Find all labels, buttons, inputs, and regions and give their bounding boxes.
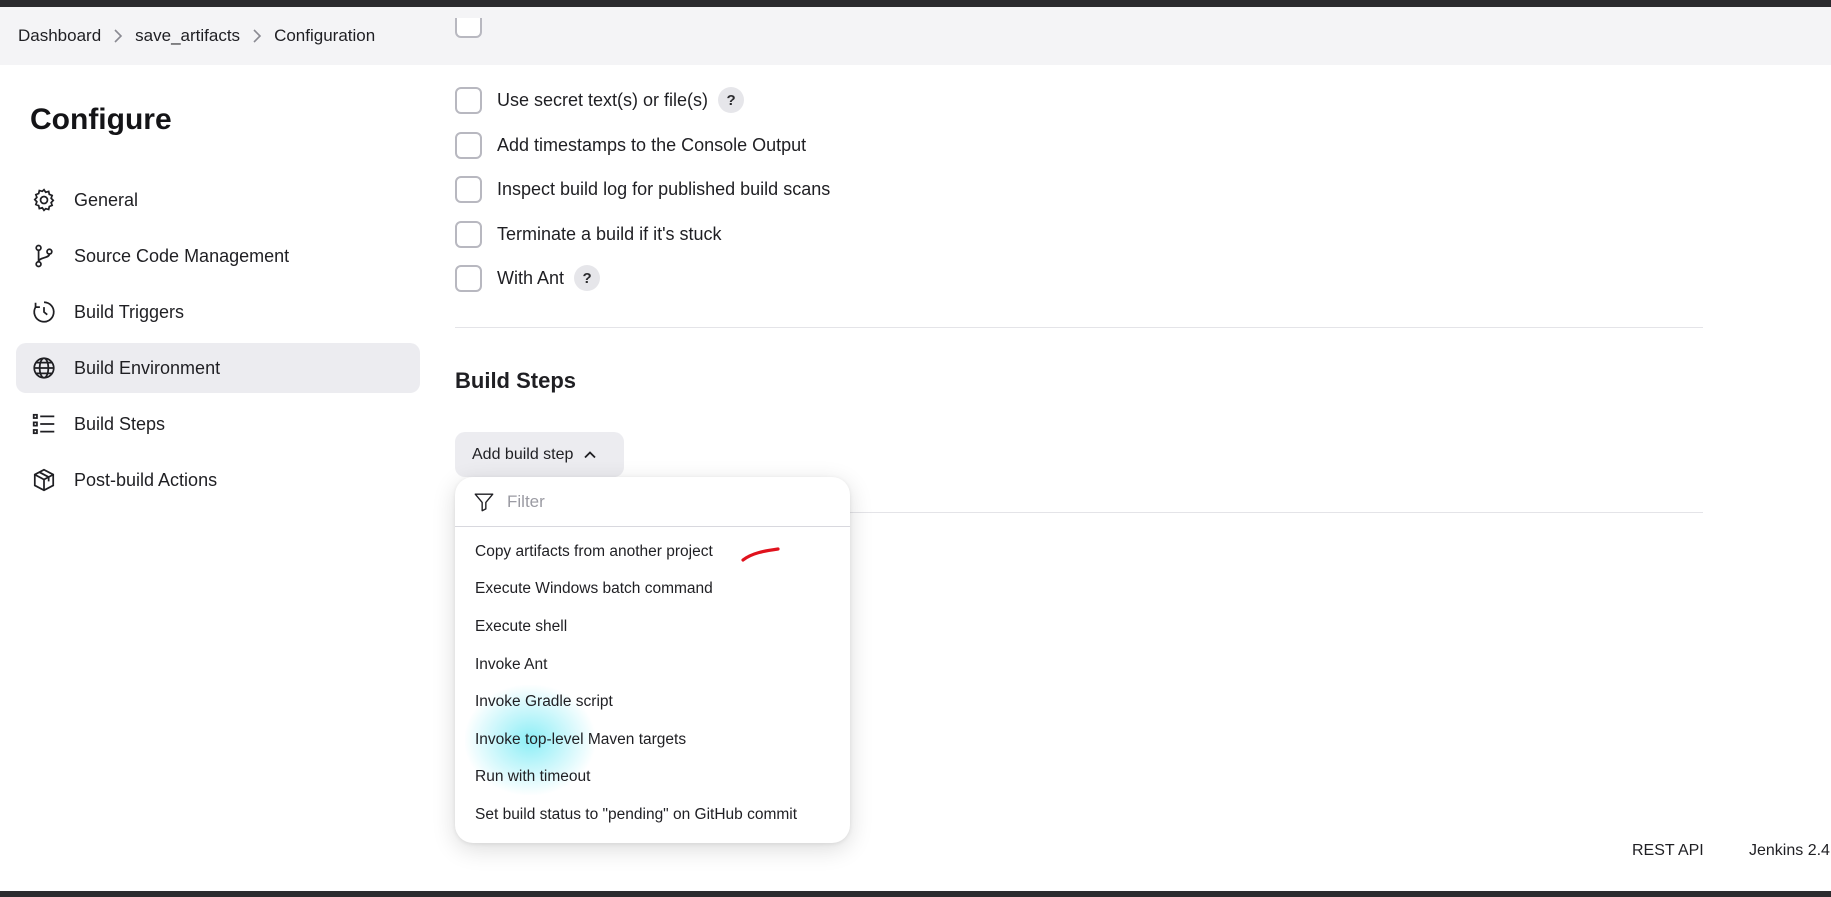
window-bottom-edge [0, 891, 1831, 897]
section-divider [455, 327, 1703, 328]
filter-input[interactable] [507, 491, 807, 512]
menu-item-copy-artifacts[interactable]: Copy artifacts from another project [455, 533, 850, 571]
add-build-step-button[interactable]: Add build step [455, 432, 624, 477]
list-icon [30, 410, 58, 438]
checkbox-label: Inspect build log for published build sc… [497, 178, 831, 199]
menu-item-run-with-timeout[interactable]: Run with timeout [455, 759, 850, 797]
checkbox[interactable] [455, 175, 482, 203]
checkbox-label: Use secret text(s) or file(s) [497, 89, 709, 110]
help-icon[interactable]: ? [574, 265, 601, 291]
checkbox[interactable] [455, 264, 482, 292]
checkbox-label: With Ant [497, 267, 565, 288]
breadcrumb-dashboard[interactable]: Dashboard [18, 26, 101, 46]
window-top-edge [0, 0, 1831, 7]
checkbox[interactable] [455, 18, 482, 38]
add-build-step-label: Add build step [472, 445, 574, 463]
rest-api-link[interactable]: REST API [1632, 842, 1704, 860]
chevron-right-icon [240, 29, 274, 43]
filter-icon [474, 493, 494, 511]
checkbox[interactable] [455, 220, 482, 248]
breadcrumb: Dashboard save_artifacts Configuration [0, 7, 1831, 65]
checkbox-row-terminate-stuck[interactable]: Terminate a build if it's stuck [455, 219, 722, 249]
checkbox-row-use-secret[interactable]: Use secret text(s) or file(s) ? [455, 85, 745, 115]
help-icon[interactable]: ? [718, 87, 745, 113]
gear-icon [30, 186, 58, 214]
add-build-step-dropdown: Copy artifacts from another project Exec… [455, 477, 850, 843]
sidebar: General Source Code Management Build Tri… [16, 175, 420, 511]
build-step-menu: Copy artifacts from another project Exec… [455, 527, 850, 834]
sidebar-item-build-triggers[interactable]: Build Triggers [16, 287, 420, 337]
checkbox[interactable] [455, 131, 482, 159]
menu-item-invoke-ant[interactable]: Invoke Ant [455, 646, 850, 684]
sidebar-item-post-build-actions[interactable]: Post-build Actions [16, 455, 420, 505]
sidebar-item-label: Post-build Actions [74, 469, 218, 490]
sidebar-item-general[interactable]: General [16, 175, 420, 225]
menu-item-set-build-status-pending[interactable]: Set build status to "pending" on GitHub … [455, 796, 850, 834]
page-title: Configure [30, 103, 172, 136]
sidebar-item-label: Source Code Management [74, 245, 290, 266]
menu-item-execute-shell[interactable]: Execute shell [455, 608, 850, 646]
chevron-up-icon [584, 450, 597, 458]
clock-icon [30, 298, 58, 326]
sidebar-item-build-environment[interactable]: Build Environment [16, 343, 420, 393]
checkbox-label: Add timestamps to the Console Output [497, 134, 807, 155]
sidebar-item-label: Build Triggers [74, 301, 185, 322]
filter-row [455, 477, 850, 527]
section-divider [850, 512, 1703, 513]
checkbox-row-inspect-build-log[interactable]: Inspect build log for published build sc… [455, 174, 830, 204]
checkbox[interactable] [455, 86, 482, 114]
sidebar-item-label: Build Steps [74, 413, 166, 434]
menu-item-execute-windows-batch[interactable]: Execute Windows batch command [455, 571, 850, 609]
menu-item-invoke-gradle[interactable]: Invoke Gradle script [455, 683, 850, 721]
checkbox-row-add-timestamps[interactable]: Add timestamps to the Console Output [455, 130, 806, 160]
build-steps-heading: Build Steps [455, 368, 577, 393]
package-icon [30, 466, 58, 494]
checkbox-row-with-ant[interactable]: With Ant ? [455, 263, 601, 293]
sidebar-item-build-steps[interactable]: Build Steps [16, 399, 420, 449]
sidebar-item-label: Build Environment [74, 357, 221, 378]
breadcrumb-job[interactable]: save_artifacts [135, 26, 240, 46]
sidebar-item-source-code-management[interactable]: Source Code Management [16, 231, 420, 281]
menu-item-invoke-maven[interactable]: Invoke top-level Maven targets [455, 721, 850, 759]
checkbox-row-partial [455, 18, 497, 38]
branch-icon [30, 242, 58, 270]
red-pen-annotation [741, 547, 780, 562]
checkbox-label: Terminate a build if it's stuck [497, 223, 722, 244]
breadcrumb-configuration[interactable]: Configuration [274, 26, 375, 46]
chevron-right-icon [101, 29, 135, 43]
sidebar-item-label: General [74, 189, 139, 210]
globe-icon [30, 354, 58, 382]
jenkins-version-link[interactable]: Jenkins 2.4 [1749, 842, 1830, 860]
